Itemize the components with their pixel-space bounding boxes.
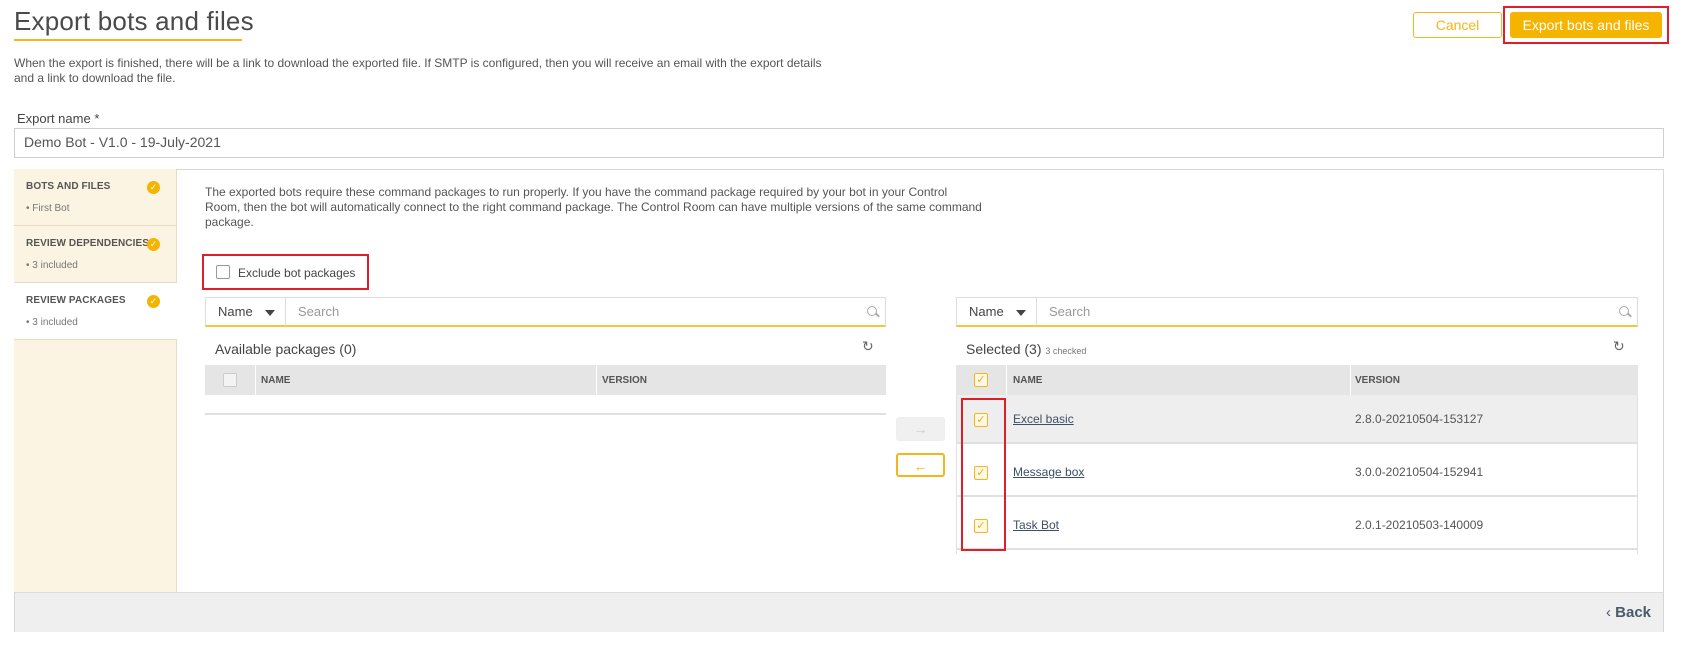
package-version: 2.8.0-20210504-153127: [1355, 412, 1484, 426]
column-divider: [1350, 365, 1351, 395]
sidebar-item-review-packages[interactable]: REVIEW PACKAGES ✓ • 3 included: [14, 283, 177, 340]
table-row[interactable]: ✓ Message box 3.0.0-20210504-152941: [956, 448, 1638, 497]
select-all-checkbox[interactable]: [223, 373, 237, 387]
package-name-link[interactable]: Message box: [1013, 465, 1084, 479]
sidebar-item-label: REVIEW PACKAGES: [26, 295, 126, 306]
filter-label: Name: [218, 304, 253, 319]
available-filter-dropdown[interactable]: Name: [206, 298, 286, 326]
export-button[interactable]: Export bots and files: [1510, 12, 1662, 38]
back-label: Back: [1615, 604, 1651, 621]
caret-down-icon: [265, 310, 275, 316]
search-icon[interactable]: [867, 306, 877, 316]
available-search-input[interactable]: Search: [298, 298, 339, 326]
check-circle-icon: ✓: [147, 295, 160, 308]
packages-info-text: The exported bots require these command …: [205, 185, 982, 229]
check-circle-icon: ✓: [147, 181, 160, 194]
available-count: (0): [339, 341, 357, 357]
cancel-button[interactable]: Cancel: [1413, 12, 1502, 38]
selected-search-input[interactable]: Search: [1049, 298, 1090, 326]
available-search-bar: Name Search: [205, 297, 886, 327]
column-header-version[interactable]: VERSION: [602, 375, 647, 386]
selected-filter-dropdown[interactable]: Name: [957, 298, 1037, 326]
column-header-name[interactable]: NAME: [1013, 375, 1042, 386]
check-circle-icon: ✓: [147, 238, 160, 251]
caret-down-icon: [1016, 310, 1026, 316]
selected-table-header: ✓ NAME VERSION: [956, 365, 1638, 395]
table-border-left: [956, 395, 957, 554]
sidebar-item-review-dependencies[interactable]: REVIEW DEPENDENCIES ✓ • 3 included: [14, 226, 176, 283]
refresh-icon[interactable]: ↻: [862, 338, 874, 355]
table-border-right: [1637, 395, 1638, 554]
column-divider: [1006, 365, 1007, 395]
selected-search-bar: Name Search: [956, 297, 1638, 327]
sidebar-item-label: REVIEW DEPENDENCIES: [26, 238, 150, 249]
package-name-link[interactable]: Excel basic: [1013, 412, 1074, 426]
checked-count: 3 checked: [1045, 346, 1087, 356]
exclude-bot-packages-option[interactable]: Exclude bot packages: [202, 254, 369, 290]
export-name-label: Export name *: [17, 111, 100, 126]
available-table-header: NAME VERSION: [205, 365, 886, 395]
page-description: When the export is finished, there will …: [14, 56, 822, 85]
filter-label: Name: [969, 304, 1004, 319]
package-version: 2.0.1-20210503-140009: [1355, 518, 1484, 532]
title-underline: [14, 39, 242, 41]
available-title-text: Available packages: [215, 341, 336, 357]
selected-packages-title: Selected (3) 3 checked: [966, 341, 1086, 357]
sidebar-item-label: BOTS AND FILES: [26, 181, 111, 192]
checkbox-column-highlight: [961, 398, 1006, 551]
column-header-version[interactable]: VERSION: [1355, 375, 1400, 386]
wizard-sidebar: BOTS AND FILES ✓ • First Bot REVIEW DEPE…: [14, 169, 177, 592]
table-row[interactable]: ✓ Task Bot 2.0.1-20210503-140009: [956, 501, 1638, 550]
select-all-checkbox[interactable]: ✓: [974, 373, 988, 387]
move-right-button[interactable]: →: [896, 417, 945, 441]
column-header-name[interactable]: NAME: [261, 375, 290, 386]
back-button[interactable]: ‹ Back: [1606, 604, 1651, 621]
page-title: Export bots and files: [14, 6, 254, 36]
exclude-bot-packages-checkbox[interactable]: [216, 265, 230, 279]
selected-count: (3): [1024, 341, 1042, 357]
package-name-link[interactable]: Task Bot: [1013, 518, 1059, 532]
chevron-left-icon: ‹: [1605, 604, 1616, 621]
available-empty-row: [205, 395, 886, 415]
column-divider: [255, 365, 256, 395]
table-row[interactable]: ✓ Excel basic 2.8.0-20210504-153127: [956, 395, 1638, 444]
package-version: 3.0.0-20210504-152941: [1355, 465, 1484, 479]
sidebar-item-bots-and-files[interactable]: BOTS AND FILES ✓ • First Bot: [14, 169, 176, 226]
move-left-button[interactable]: ←: [896, 453, 945, 477]
refresh-icon[interactable]: ↻: [1613, 338, 1625, 355]
search-icon[interactable]: [1619, 306, 1629, 316]
available-packages-title: Available packages (0): [215, 341, 356, 357]
sidebar-item-sub: • First Bot: [26, 203, 70, 214]
column-divider: [596, 365, 597, 395]
sidebar-item-sub: • 3 included: [26, 260, 78, 271]
export-name-input[interactable]: Demo Bot - V1.0 - 19-July-2021: [14, 128, 1664, 158]
sidebar-item-sub: • 3 included: [26, 317, 78, 328]
wizard-footer: ‹ Back: [15, 592, 1663, 632]
selected-title-text: Selected: [966, 341, 1021, 357]
exclude-bot-packages-label: Exclude bot packages: [238, 266, 356, 280]
